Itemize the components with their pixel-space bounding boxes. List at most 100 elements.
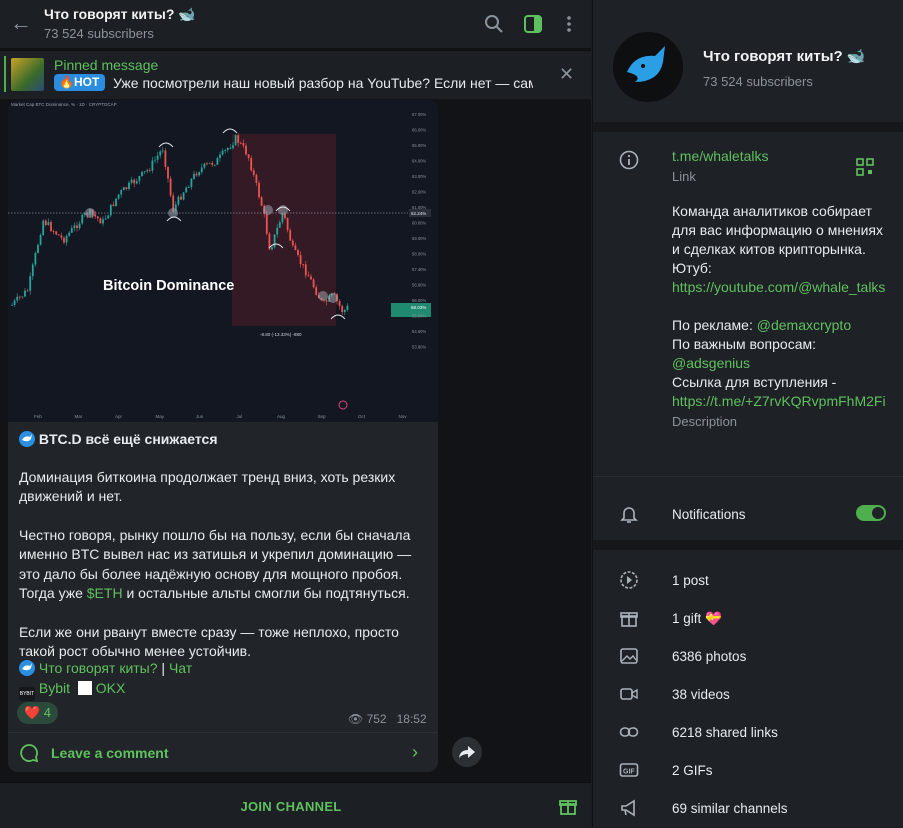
eye-icon: 👁 <box>348 712 364 726</box>
candle <box>78 223 81 229</box>
y-tick-label: 58.00% <box>412 252 426 257</box>
ads-contact-link[interactable]: @demaxcrypto <box>757 317 851 333</box>
candle <box>60 235 63 238</box>
candle <box>143 171 146 173</box>
candle <box>278 222 281 228</box>
candle <box>234 135 237 146</box>
stat-similar-channels[interactable]: 69 similar channels <box>672 801 788 816</box>
join-invite-link[interactable]: https://t.me/+Z7rvKQRvpmFhM2Fi <box>672 392 887 411</box>
bybit-logo-icon: BYBIT <box>19 687 35 701</box>
candle <box>182 192 185 200</box>
panel-channel-title: Что говорят киты? 🐋 <box>703 48 866 65</box>
questions-contact-link[interactable]: @adsgenius <box>672 354 887 373</box>
megaphone-icon <box>621 799 635 817</box>
stat-photos[interactable]: 6386 photos <box>672 649 746 664</box>
candle <box>187 187 190 188</box>
bybit-link[interactable]: Bybit <box>39 680 70 696</box>
candle <box>68 232 71 236</box>
candle <box>346 305 349 310</box>
candle <box>315 287 318 295</box>
leave-comment-button[interactable]: Leave a comment › <box>8 732 438 772</box>
desc-join-label: Ссылка для вступления - <box>672 374 837 390</box>
y-tick-label: 63.00% <box>412 174 426 179</box>
pivot-marker <box>85 208 95 218</box>
candle <box>239 142 242 144</box>
y-tick-label: 65.00% <box>412 143 426 148</box>
info-icon <box>619 150 639 170</box>
chart-header: Market Cap BTC Dominance, % · 1D · CRYPT… <box>11 102 117 107</box>
footer-chat-link[interactable]: Чат <box>169 660 192 676</box>
notifications-toggle[interactable] <box>856 505 886 521</box>
candle <box>81 214 84 224</box>
heart-reaction[interactable]: ❤️ 4 <box>17 702 59 724</box>
divider <box>593 122 903 132</box>
panel-subscriber-count: 73 524 subscribers <box>703 74 813 89</box>
more-menu-icon[interactable] <box>559 14 579 34</box>
candle <box>299 255 302 265</box>
stat-gifts[interactable]: 1 gift 💝 <box>672 611 722 627</box>
pivot-marker <box>263 205 273 215</box>
candle <box>289 230 292 241</box>
channel-title[interactable]: Что говорят киты? 🐋 <box>44 6 196 23</box>
candle <box>294 245 297 251</box>
candle <box>141 171 143 177</box>
pivot-marker <box>168 208 178 218</box>
candle <box>325 300 328 302</box>
share-button[interactable] <box>452 737 482 767</box>
channel-link[interactable]: t.me/whaletalks <box>672 148 768 164</box>
candle <box>138 176 141 182</box>
y-tick-label: 62.00% <box>412 190 426 195</box>
sidebar-toggle-icon[interactable] <box>523 14 543 34</box>
qr-code-icon[interactable] <box>856 158 874 176</box>
channel-avatar[interactable] <box>613 32 683 102</box>
whale-emoji-icon <box>19 660 35 676</box>
candle <box>216 158 219 165</box>
footer-channel-link[interactable]: Что говорят киты? <box>39 660 158 676</box>
back-arrow-icon[interactable]: ← <box>10 12 32 34</box>
stat-gifs[interactable]: 2 GIFs <box>672 763 713 778</box>
candle <box>245 145 247 155</box>
gift-icon[interactable] <box>558 796 578 816</box>
channel-post: Market Cap BTC Dominance, % · 1D · CRYPT… <box>8 100 438 772</box>
pivot-marker <box>328 293 338 303</box>
candle <box>242 143 245 146</box>
search-icon[interactable] <box>484 14 504 34</box>
description-label: Description <box>672 414 738 429</box>
candle <box>104 218 107 220</box>
join-channel-button[interactable]: JOIN CHANNEL <box>0 799 582 814</box>
view-count: 👁 752 18:52 <box>348 712 427 726</box>
candle <box>57 234 60 236</box>
okx-link[interactable]: OKX <box>96 680 126 696</box>
candle <box>195 173 198 176</box>
stat-posts[interactable]: 1 post <box>672 573 709 588</box>
okx-logo-icon <box>77 681 92 695</box>
stat-videos[interactable]: 38 videos <box>672 687 730 702</box>
close-icon[interactable]: ✕ <box>559 64 574 85</box>
eth-cashtag[interactable]: $ETH <box>87 585 123 601</box>
x-tick-label: Aug <box>277 414 286 419</box>
pinned-text: Уже посмотрели наш новый разбор на YouTu… <box>113 75 533 91</box>
post-paragraph-2: Честно говоря, рынку пошло бы на пользу,… <box>19 526 412 602</box>
x-tick-label: Jul <box>237 414 243 419</box>
footer-separator: | <box>157 660 169 676</box>
stat-links[interactable]: 6218 shared links <box>672 725 778 740</box>
candle <box>250 157 253 171</box>
candle <box>221 150 224 155</box>
post-title: BTC.D всё ещё снижается <box>38 431 218 447</box>
comment-icon <box>20 744 39 763</box>
candle <box>44 220 47 225</box>
candle <box>177 196 180 205</box>
youtube-link[interactable]: https://youtube.com/@whale_talks <box>672 278 887 297</box>
y-tick-label: 61.00% <box>412 205 426 210</box>
post-text: BTC.D всё ещё снижается Доминация биткои… <box>19 430 429 681</box>
notifications-label: Notifications <box>672 507 746 522</box>
btc-dominance-chart[interactable]: Market Cap BTC Dominance, % · 1D · CRYPT… <box>8 100 438 422</box>
y-tick-label: 57.40% <box>412 267 426 272</box>
y-tick-label: 55.00% <box>412 314 426 319</box>
candle <box>99 218 102 224</box>
candle <box>47 222 50 225</box>
posts-icon <box>620 571 638 589</box>
share-icon <box>459 746 475 758</box>
y-tick-label: 56.00% <box>412 298 426 303</box>
candle <box>16 296 19 301</box>
